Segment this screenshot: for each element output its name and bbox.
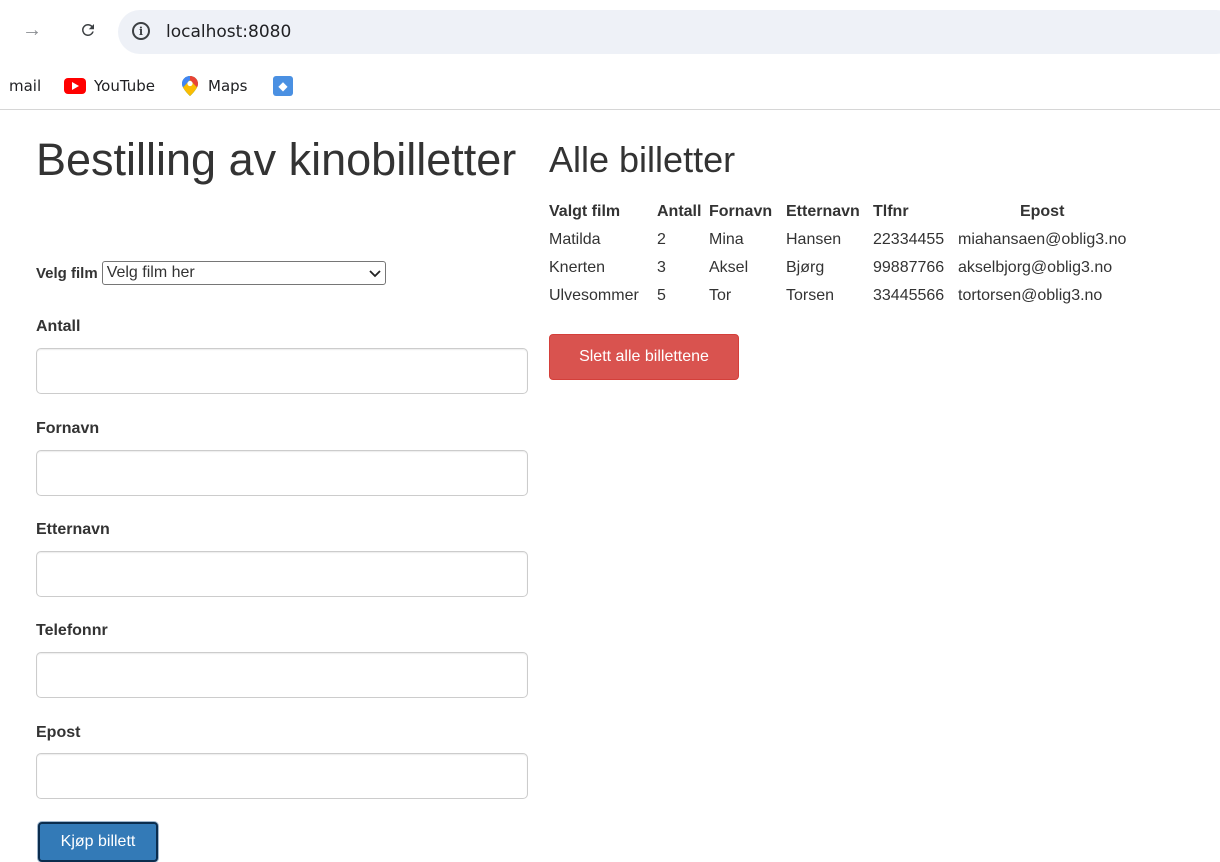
cell-etternavn: Hansen bbox=[786, 231, 842, 248]
delete-all-tickets-button[interactable]: Slett alle billettene bbox=[549, 334, 739, 380]
bookmark-mail[interactable]: mail bbox=[9, 74, 41, 98]
cell-tlfnr: 22334455 bbox=[873, 231, 945, 248]
cell-film: Matilda bbox=[549, 231, 601, 248]
bookmark-label: YouTube bbox=[94, 77, 155, 95]
bookmark-label: Maps bbox=[208, 77, 248, 95]
fornavn-label: Fornavn bbox=[36, 420, 100, 437]
cell-fornavn: Tor bbox=[709, 287, 732, 304]
bookmark-youtube[interactable]: YouTube bbox=[64, 74, 155, 98]
chevron-down-icon bbox=[369, 265, 381, 281]
reload-icon[interactable] bbox=[72, 14, 104, 46]
header-fornavn: Fornavn bbox=[709, 203, 773, 220]
bookmark-maps[interactable]: Maps bbox=[182, 74, 247, 98]
film-select[interactable]: Velg film her bbox=[101, 261, 386, 285]
telefonnr-label: Telefonnr bbox=[36, 622, 108, 639]
header-antall: Antall bbox=[657, 203, 702, 220]
fornavn-input[interactable] bbox=[36, 450, 528, 496]
url-text: localhost:8080 bbox=[166, 22, 292, 42]
tickets-table: Valgt film Antall Fornavn Etternavn Tlfn… bbox=[549, 198, 1126, 310]
epost-label: Epost bbox=[36, 724, 81, 741]
page-content: Bestilling av kinobilletter Velg film Ve… bbox=[0, 110, 1220, 862]
cell-antall: 2 bbox=[657, 231, 666, 248]
cell-fornavn: Mina bbox=[709, 231, 744, 248]
header-epost: Epost bbox=[1019, 203, 1065, 220]
cell-etternavn: Bjørg bbox=[786, 259, 825, 276]
etternavn-label: Etternavn bbox=[36, 521, 110, 538]
browser-toolbar: → i localhost:8080 bbox=[0, 0, 1220, 64]
buy-ticket-button[interactable]: Kjøp billett bbox=[38, 822, 158, 862]
cell-tlfnr: 99887766 bbox=[873, 259, 945, 276]
table-header-row: Valgt film Antall Fornavn Etternavn Tlfn… bbox=[549, 198, 1126, 226]
youtube-icon bbox=[64, 78, 86, 94]
table-row: Knerten 3 Aksel Bjørg 99887766 akselbjor… bbox=[549, 254, 1126, 282]
film-select-value: Velg film her bbox=[106, 264, 195, 281]
cell-epost: miahansaen@oblig3.no bbox=[958, 231, 1127, 248]
address-bar[interactable]: i localhost:8080 bbox=[118, 10, 1220, 54]
tickets-title: Alle billetter bbox=[549, 139, 736, 180]
cell-epost: tortorsen@oblig3.no bbox=[958, 287, 1103, 304]
cell-film: Knerten bbox=[549, 259, 606, 276]
cell-antall: 3 bbox=[657, 259, 666, 276]
cell-tlfnr: 33445566 bbox=[873, 287, 945, 304]
site-info-icon[interactable]: i bbox=[132, 22, 150, 40]
bookmark-label: mail bbox=[9, 77, 42, 95]
film-row: Velg film Velg film her bbox=[36, 261, 386, 285]
page-title: Bestilling av kinobilletter bbox=[36, 134, 517, 185]
film-label: Velg film bbox=[36, 264, 98, 282]
telefonnr-input[interactable] bbox=[36, 652, 528, 698]
cell-film: Ulvesommer bbox=[549, 287, 639, 304]
epost-input[interactable] bbox=[36, 753, 528, 799]
cell-etternavn: Torsen bbox=[786, 287, 835, 304]
antall-label: Antall bbox=[36, 318, 81, 335]
header-valgt-film: Valgt film bbox=[549, 203, 621, 220]
header-tlfnr: Tlfnr bbox=[873, 203, 909, 220]
antall-input[interactable] bbox=[36, 348, 528, 394]
bookmarks-bar: mail YouTube Maps ◆ bbox=[0, 64, 1220, 110]
cell-epost: akselbjorg@oblig3.no bbox=[958, 259, 1113, 276]
maps-pin-icon bbox=[182, 76, 198, 96]
bookmark-extension[interactable]: ◆ bbox=[273, 74, 293, 98]
forward-arrow-icon[interactable]: → bbox=[16, 14, 48, 46]
cell-fornavn: Aksel bbox=[709, 259, 749, 276]
header-etternavn: Etternavn bbox=[786, 203, 860, 220]
drop-icon: ◆ bbox=[273, 76, 293, 96]
etternavn-input[interactable] bbox=[36, 551, 528, 597]
cell-antall: 5 bbox=[657, 287, 666, 304]
table-row: Matilda 2 Mina Hansen 22334455 miahansae… bbox=[549, 226, 1126, 254]
table-row: Ulvesommer 5 Tor Torsen 33445566 tortors… bbox=[549, 282, 1126, 310]
